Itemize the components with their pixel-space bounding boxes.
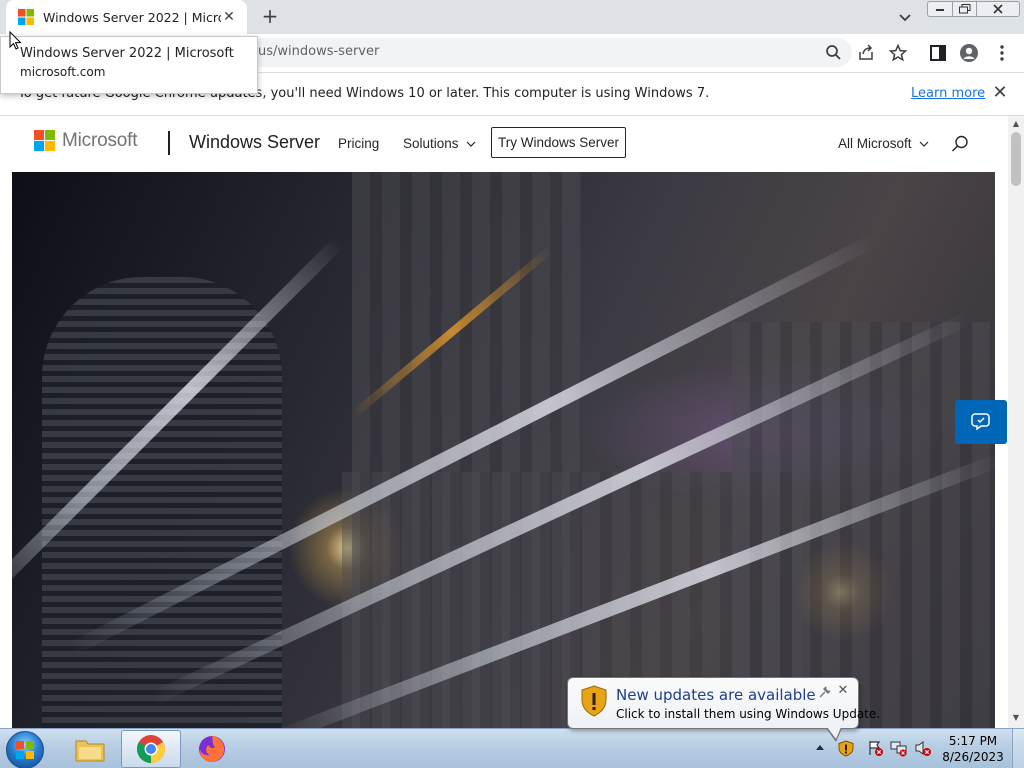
windows-logo-icon (16, 741, 34, 759)
hero-image-city-night (12, 172, 995, 728)
microsoft-logo-icon[interactable] (34, 130, 56, 152)
microsoft-favicon-icon (18, 9, 34, 25)
notification-close-icon[interactable]: ✕ (836, 684, 850, 698)
bookmark-star-icon[interactable] (888, 43, 908, 63)
address-url: us/windows-server (258, 44, 380, 59)
warning-shield-icon (581, 685, 607, 717)
mouse-cursor-icon (9, 31, 22, 50)
taskbar-file-explorer[interactable] (60, 730, 120, 768)
hover-card-title: Windows Server 2022 | Microsoft (20, 46, 234, 61)
browser-menu-icon[interactable] (992, 43, 1012, 63)
nav-solutions-label: Solutions (403, 136, 459, 151)
chat-bubble-icon (971, 413, 990, 431)
scroll-thumb[interactable] (1011, 132, 1021, 186)
tab-search-chevron-icon[interactable] (895, 7, 915, 27)
restore-icon (958, 4, 970, 14)
share-icon[interactable] (856, 43, 876, 63)
action-center-flag-icon[interactable] (866, 739, 884, 757)
tab-close-icon[interactable]: ✕ (221, 9, 237, 25)
page-scrollbar[interactable]: ▲ ▼ (1008, 116, 1024, 728)
microsoft-wordmark[interactable]: Microsoft (62, 130, 137, 152)
nav-pricing-link[interactable]: Pricing (338, 136, 379, 151)
learn-more-link[interactable]: Learn more (911, 86, 985, 101)
taskbar-firefox[interactable] (182, 730, 242, 768)
hover-card-domain: microsoft.com (20, 65, 106, 79)
window-close-button[interactable] (976, 1, 1020, 17)
clock-date: 8/26/2023 (942, 750, 1004, 764)
product-title-link[interactable]: Windows Server (189, 132, 320, 153)
close-icon (993, 4, 1003, 14)
chevron-down-icon (466, 141, 476, 147)
site-search-icon[interactable] (950, 134, 970, 154)
zoom-search-icon[interactable] (824, 43, 844, 63)
notification-title: New updates are available (616, 686, 816, 704)
scroll-down-arrow-icon[interactable]: ▼ (1008, 712, 1024, 724)
nav-solutions-menu[interactable]: Solutions (403, 136, 476, 151)
notification-tail-fill (827, 727, 841, 739)
web-page: Microsoft Windows Server Pricing Solutio… (0, 116, 1008, 728)
tab-strip: Windows Server 2022 | Microsoft ✕ + (0, 0, 1024, 34)
chevron-down-icon (919, 141, 929, 147)
system-clock[interactable]: 5:17 PM 8/26/2023 (940, 733, 1006, 765)
wrench-icon[interactable] (818, 685, 832, 699)
volume-muted-icon[interactable] (914, 739, 932, 757)
firefox-icon (199, 736, 225, 762)
windows-update-notification[interactable]: New updates are available Click to insta… (567, 677, 880, 729)
window-restore-button[interactable] (952, 1, 977, 17)
infobar-close-icon[interactable]: ✕ (990, 83, 1010, 103)
start-button[interactable] (6, 731, 44, 768)
taskbar-google-chrome[interactable] (121, 730, 181, 768)
side-panel-icon[interactable] (928, 43, 948, 63)
chrome-icon (137, 735, 165, 763)
network-icon[interactable] (890, 739, 908, 757)
header-divider (168, 131, 170, 155)
notification-text: Click to install them using Windows Upda… (616, 707, 881, 721)
scroll-up-arrow-icon[interactable]: ▲ (1008, 118, 1024, 130)
chat-assistant-button[interactable] (955, 400, 1007, 444)
minimize-icon (936, 9, 944, 11)
tab-hover-card: Windows Server 2022 | Microsoft microsof… (0, 36, 258, 94)
browser-tab[interactable]: Windows Server 2022 | Microsoft ✕ (6, 0, 247, 34)
clock-time: 5:17 PM (948, 734, 998, 748)
tab-title: Windows Server 2022 | Microsoft (43, 9, 221, 25)
site-header: Microsoft Windows Server Pricing Solutio… (0, 116, 1008, 172)
new-tab-button[interactable]: + (258, 5, 282, 29)
profile-avatar-icon[interactable] (959, 43, 979, 63)
folder-icon (75, 740, 105, 762)
show-hidden-icons-arrow-icon[interactable] (814, 739, 826, 757)
all-microsoft-menu[interactable]: All Microsoft (838, 136, 929, 151)
all-microsoft-label: All Microsoft (838, 136, 912, 151)
try-windows-server-button[interactable]: Try Windows Server (491, 127, 626, 158)
window-minimize-button[interactable] (927, 1, 953, 17)
show-desktop-button[interactable] (1012, 729, 1024, 768)
